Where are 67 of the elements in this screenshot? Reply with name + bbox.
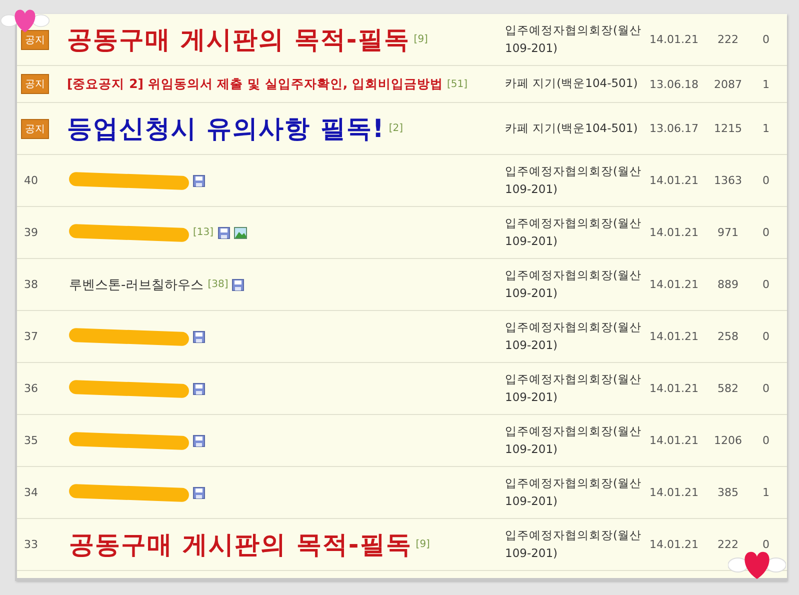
recommend-count: 0 [762,382,770,395]
view-count: 222 [718,538,738,551]
recommend-count: 0 [762,538,770,551]
comment-count: [9] [416,539,430,550]
post-number: 33 [23,538,38,551]
recommend-count: 1 [762,486,770,499]
author-name: 입주예정자협의회장(월산109-201) [505,424,642,456]
comment-count: [38] [208,279,228,290]
recommend-count: 0 [762,33,770,46]
view-count: 222 [718,33,738,46]
author-name: 입주예정자협의회장(월산109-201) [505,320,642,352]
view-count: 385 [718,486,738,499]
post-number: 40 [23,174,38,187]
notice-badge: 공지 [21,118,49,138]
post-date: 14.01.21 [650,538,698,551]
author-name: 입주예정자협의회장(월산109-201) [505,22,642,54]
post-number: 39 [23,226,38,239]
author-name: 입주예정자협의회장(월산109-201) [505,372,642,404]
post-title[interactable]: 공동구매 게시판의 목적-필독 [69,528,412,561]
post-date: 13.06.17 [650,122,698,135]
recommend-count: 1 [762,122,770,135]
post-title[interactable]: 공동구매 게시판의 목적-필독 [67,23,410,56]
author-name: 입주예정자협의회장(월산109-201) [505,268,642,300]
comment-count: [2] [388,123,403,134]
post-title[interactable]: [중요공지 2] 위임동의서 제출 및 실입주자확인, 입회비입금방법 [67,76,443,92]
comment-count: [9] [414,34,428,45]
view-count: 1206 [714,434,742,447]
post-date: 14.01.21 [650,330,698,343]
author-name: 입주예정자협의회장(월산109-201) [505,476,642,508]
image-icon [234,226,247,238]
author-name: 카페 지기(백운104-501) [505,120,638,135]
recommend-count: 0 [762,278,770,291]
comment-count: [51] [446,78,468,90]
view-count: 2087 [714,78,742,90]
post-date: 14.01.21 [650,486,698,499]
recommend-count: 0 [762,330,770,343]
recommend-count: 1 [762,78,770,90]
post-number: 34 [23,486,38,499]
post-date: 13.06.18 [650,78,698,90]
author-name: 입주예정자협의회장(월산109-201) [505,528,642,560]
recommend-count: 0 [762,174,770,187]
notice-badge: 공지 [21,74,49,94]
post-date: 14.01.21 [650,226,698,239]
author-name: 카페 지기(백운104-501) [505,76,638,90]
author-name: 입주예정자협의회장(월산109-201) [505,164,642,196]
recommend-count: 0 [762,434,770,447]
post-number: 36 [23,382,38,395]
view-count: 971 [718,226,738,239]
post-date: 14.01.21 [650,278,698,291]
post-date: 14.01.21 [650,174,698,187]
view-count: 1363 [714,174,742,187]
post-title[interactable]: 루벤스톤-러브칠하우스 [69,276,204,294]
notice-badge: 공지 [21,30,49,50]
comment-count: [13] [193,227,214,238]
author-name: 입주예정자협의회장(월산109-201) [505,216,642,248]
post-date: 14.01.21 [650,382,698,395]
view-count: 1215 [714,122,742,135]
post-number: 37 [23,330,38,343]
view-count: 889 [718,278,738,291]
post-date: 14.01.21 [650,434,698,447]
view-count: 582 [718,382,738,395]
post-number: 38 [23,278,38,291]
post-title[interactable]: 등업신청시 유의사항 필독! [67,112,385,145]
post-number: 35 [23,434,38,447]
recommend-count: 0 [762,226,770,239]
post-date: 14.01.21 [650,33,698,46]
view-count: 258 [718,330,738,343]
